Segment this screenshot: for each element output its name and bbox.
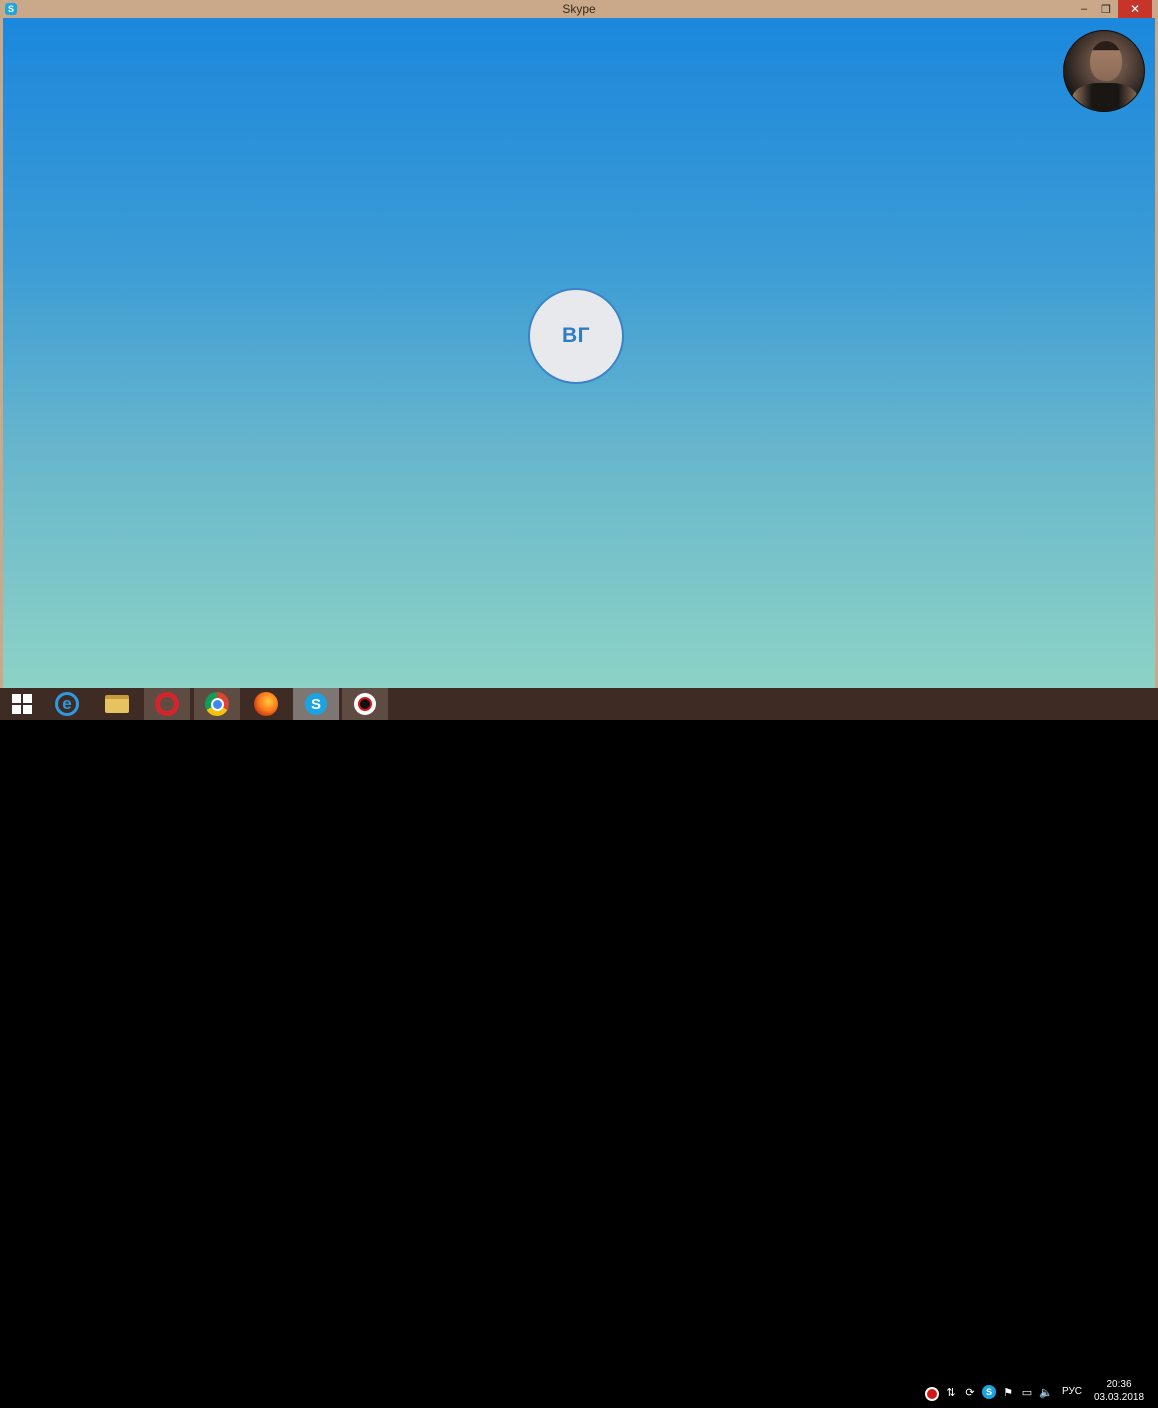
taskbar-skype[interactable]: S: [293, 688, 339, 720]
volume-icon[interactable]: 🔈: [1039, 1385, 1053, 1399]
internet-explorer-icon: e: [55, 692, 79, 716]
folder-icon: [105, 695, 129, 713]
taskbar-chrome[interactable]: [194, 688, 240, 720]
skype-tray-icon[interactable]: S: [982, 1385, 996, 1399]
recorder-tray-icon[interactable]: [925, 1387, 939, 1401]
skype-icon: S: [305, 693, 327, 715]
record-icon: [354, 693, 376, 715]
self-video-body: [1072, 83, 1138, 111]
self-video-preview[interactable]: [1063, 30, 1145, 112]
clock[interactable]: 20:36 03.03.2018: [1090, 1378, 1148, 1404]
network-activity-icon[interactable]: ⇅: [944, 1385, 958, 1399]
window-title: Skype: [562, 2, 596, 16]
start-button[interactable]: [0, 688, 44, 720]
language-indicator[interactable]: РУС: [1062, 1376, 1082, 1408]
skype-window: S Skype – ❐ ✕ ВГ: [0, 0, 1158, 688]
taskbar-opera[interactable]: [144, 688, 190, 720]
clock-date: 03.03.2018: [1093, 1392, 1145, 1403]
network-icon[interactable]: ▭: [1020, 1385, 1034, 1399]
sync-icon[interactable]: ⟳: [963, 1385, 977, 1399]
flag-icon[interactable]: ⚑: [1001, 1385, 1015, 1399]
close-button[interactable]: ✕: [1118, 0, 1152, 18]
contact-initials: ВГ: [561, 324, 591, 347]
taskbar-screen-recorder[interactable]: [342, 688, 388, 720]
title-bar[interactable]: S Skype – ❐ ✕: [0, 0, 1158, 18]
self-video-head: [1090, 41, 1122, 81]
skype-icon: S: [5, 3, 17, 15]
taskbar: e S ⇅ ⟳ S ⚑ ▭ 🔈 РУС 20:36 03.03.2018: [0, 688, 1158, 1403]
maximize-button[interactable]: ❐: [1095, 0, 1117, 18]
contact-avatar: ВГ: [528, 288, 624, 384]
clock-time: 20:36: [1106, 1379, 1132, 1390]
chrome-icon: [205, 692, 229, 716]
windows-logo-icon: [12, 694, 32, 714]
taskbar-internet-explorer[interactable]: e: [44, 688, 90, 720]
taskbar-file-explorer[interactable]: [94, 688, 140, 720]
taskbar-firefox[interactable]: [243, 688, 289, 720]
minimize-button[interactable]: –: [1073, 0, 1095, 18]
firefox-icon: [254, 692, 278, 716]
opera-icon: [155, 692, 179, 716]
